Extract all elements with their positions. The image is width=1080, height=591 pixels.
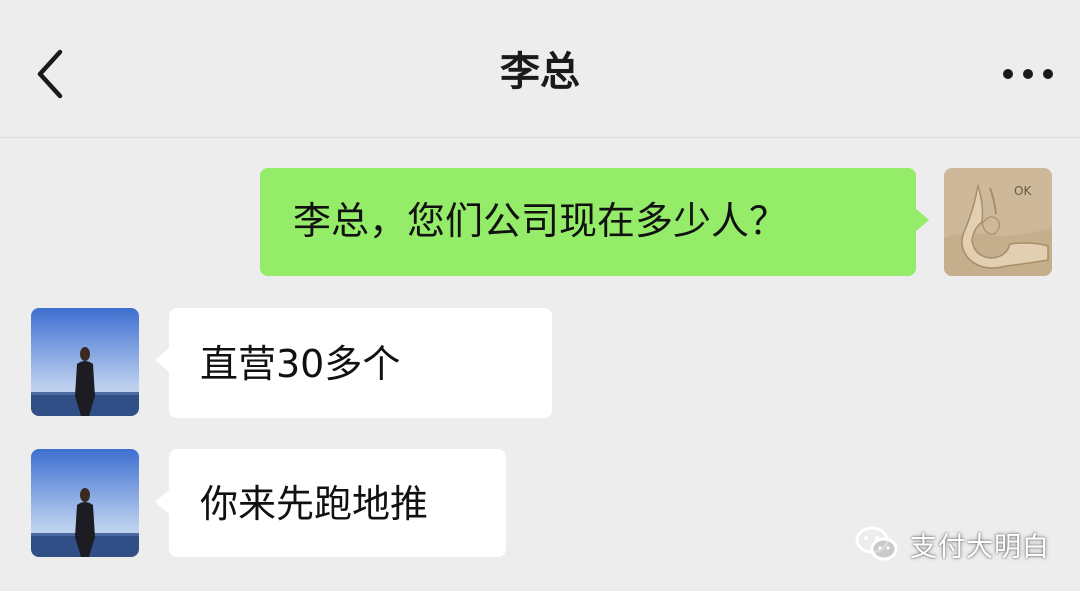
avatar[interactable]: OK bbox=[944, 168, 1052, 276]
message-text: 直营30多个 bbox=[200, 342, 401, 386]
watermark: 支付大明白 bbox=[854, 522, 1050, 566]
bubble-tail bbox=[155, 490, 169, 514]
bubble-tail bbox=[155, 348, 169, 372]
watermark-text: 支付大明白 bbox=[910, 531, 1050, 563]
message-bubble[interactable]: 你来先跑地推 bbox=[169, 449, 506, 557]
wechat-icon bbox=[855, 526, 898, 561]
more-dots-icon bbox=[1003, 69, 1053, 79]
avatar-ok-text: OK bbox=[1014, 184, 1032, 198]
message-bubble[interactable]: 直营30多个 bbox=[169, 308, 552, 418]
ok-hand-avatar bbox=[944, 168, 1052, 276]
message-text: 你来先跑地推 bbox=[200, 482, 429, 526]
avatar[interactable] bbox=[31, 308, 139, 416]
avatar[interactable] bbox=[31, 449, 139, 557]
bubble-tail bbox=[915, 208, 929, 232]
chat-title: 李总 bbox=[500, 49, 580, 95]
message-text: 李总，您们公司现在多少人？ bbox=[293, 199, 788, 243]
more-button[interactable] bbox=[996, 56, 1060, 92]
person-sea-avatar bbox=[31, 449, 139, 557]
person-sea-avatar bbox=[31, 308, 139, 416]
chat-header: 李总 bbox=[0, 0, 1080, 138]
message-bubble[interactable]: 李总，您们公司现在多少人？ bbox=[260, 168, 916, 276]
